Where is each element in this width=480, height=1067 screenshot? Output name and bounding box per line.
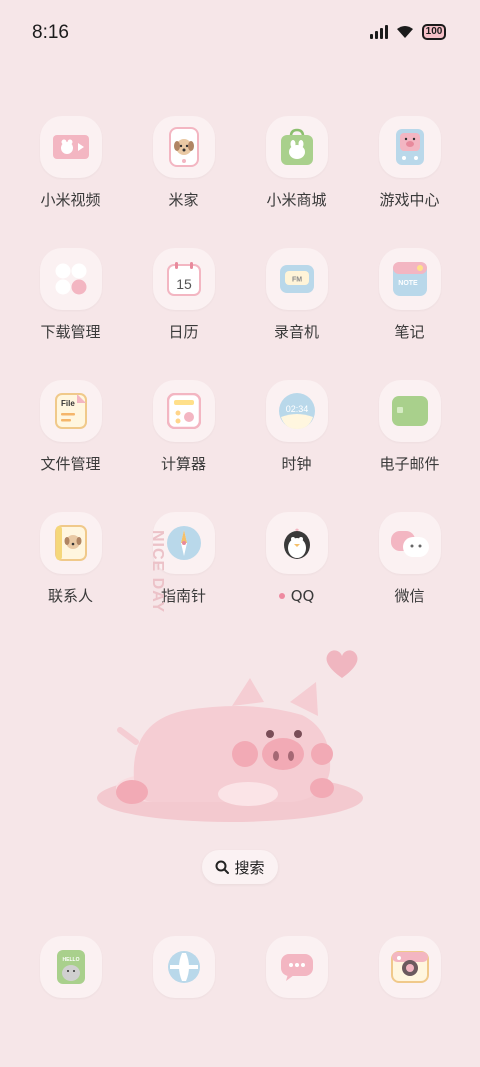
app-label: 联系人 bbox=[47, 587, 93, 605]
app-label: 小米商城 bbox=[266, 191, 327, 209]
app-icon-tile[interactable] bbox=[152, 116, 215, 178]
chat-bubble-icon bbox=[280, 954, 313, 981]
app-label: 时钟 bbox=[281, 455, 312, 473]
dog-phone-icon bbox=[168, 127, 199, 167]
calendar-icon: 15 bbox=[166, 262, 201, 296]
penguin-icon bbox=[283, 528, 310, 559]
app-icon-tile[interactable] bbox=[265, 116, 328, 178]
globe-icon bbox=[167, 951, 200, 983]
app-label: 计算器 bbox=[160, 455, 206, 473]
dock-gallery[interactable]: HELLO bbox=[14, 936, 127, 998]
wallpaper-text: NICE DAY bbox=[149, 530, 166, 613]
video-icon bbox=[52, 135, 89, 159]
battery-icon: 100 bbox=[422, 24, 446, 40]
app-icon-tile[interactable] bbox=[39, 248, 102, 310]
app-icon-tile[interactable] bbox=[378, 380, 441, 442]
pig-illustration bbox=[97, 678, 363, 822]
app-icon-tile[interactable] bbox=[39, 512, 102, 574]
app-label: 小米视频 bbox=[40, 191, 101, 209]
app-mijia[interactable]: 米家 bbox=[127, 116, 240, 210]
app-icon-tile[interactable] bbox=[152, 936, 215, 998]
app-file-manager[interactable]: File 文件管理 bbox=[14, 380, 127, 474]
dock-messages[interactable] bbox=[240, 936, 353, 998]
compass-icon bbox=[166, 526, 201, 560]
clock-icon: 02:34 bbox=[278, 393, 315, 429]
search-label: 搜索 bbox=[234, 858, 265, 877]
dock-browser[interactable] bbox=[127, 936, 240, 998]
game-pig-icon bbox=[395, 129, 424, 165]
app-icon-tile[interactable] bbox=[39, 116, 102, 178]
app-contacts[interactable]: 联系人 bbox=[14, 512, 127, 606]
app-icon-tile[interactable] bbox=[265, 936, 328, 998]
app-label: 米家 bbox=[168, 191, 199, 209]
file-icon-label: File bbox=[61, 399, 75, 408]
camera-icon bbox=[390, 951, 429, 983]
file-icon: File bbox=[54, 393, 87, 429]
app-label: 电子邮件 bbox=[379, 455, 440, 473]
app-icon-tile[interactable]: 02:34 bbox=[265, 380, 328, 442]
app-compass[interactable]: 指南针 bbox=[127, 512, 240, 606]
gallery-icon-text: HELLO bbox=[62, 957, 79, 963]
app-icon-tile[interactable] bbox=[152, 380, 215, 442]
app-icon-tile[interactable] bbox=[378, 936, 441, 998]
app-icon-tile[interactable]: 15 bbox=[152, 248, 215, 310]
dock-camera[interactable] bbox=[353, 936, 466, 998]
app-grid: 小米视频 米家 小米商城 游戏中心 下载管理 15 日历 FM 录音机 NOTE… bbox=[14, 116, 466, 606]
notes-icon: NOTE bbox=[392, 262, 427, 296]
signal-icon bbox=[370, 25, 388, 39]
contacts-icon bbox=[54, 525, 87, 561]
wechat-icon bbox=[390, 531, 429, 557]
app-calendar[interactable]: 15 日历 bbox=[127, 248, 240, 342]
app-qq[interactable]: QQ bbox=[240, 512, 353, 606]
app-icon-tile[interactable]: HELLO bbox=[39, 936, 102, 998]
wifi-icon bbox=[397, 26, 413, 38]
app-label: 游戏中心 bbox=[379, 191, 440, 209]
app-notes[interactable]: NOTE 笔记 bbox=[353, 248, 466, 342]
app-recorder[interactable]: FM 录音机 bbox=[240, 248, 353, 342]
app-mi-store[interactable]: 小米商城 bbox=[240, 116, 353, 210]
app-icon-tile[interactable] bbox=[378, 512, 441, 574]
search-button[interactable]: 搜索 bbox=[202, 850, 278, 884]
notification-dot bbox=[278, 593, 285, 599]
app-label: 日历 bbox=[168, 323, 199, 341]
recorder-label: FM bbox=[291, 277, 301, 284]
app-email[interactable]: 电子邮件 bbox=[353, 380, 466, 474]
calculator-icon bbox=[166, 393, 201, 429]
calendar-day: 15 bbox=[176, 276, 192, 292]
app-mi-video[interactable]: 小米视频 bbox=[14, 116, 127, 210]
app-label: 指南针 bbox=[160, 587, 206, 605]
app-calculator[interactable]: 计算器 bbox=[127, 380, 240, 474]
app-label: 录音机 bbox=[273, 323, 319, 341]
gallery-icon: HELLO bbox=[56, 950, 85, 984]
app-game-center[interactable]: 游戏中心 bbox=[353, 116, 466, 210]
status-time: 8:16 bbox=[32, 22, 69, 43]
app-icon-tile[interactable]: File bbox=[39, 380, 102, 442]
notes-label: NOTE bbox=[398, 280, 418, 287]
app-label: 微信 bbox=[394, 587, 425, 605]
downloads-icon bbox=[55, 263, 86, 295]
app-icon-tile[interactable] bbox=[265, 512, 328, 574]
status-bar: 8:16 100 bbox=[0, 0, 480, 64]
search-icon bbox=[215, 860, 230, 874]
app-label: 文件管理 bbox=[40, 455, 101, 473]
app-downloads[interactable]: 下载管理 bbox=[14, 248, 127, 342]
app-icon-tile[interactable]: NOTE bbox=[378, 248, 441, 310]
dock: HELLO bbox=[14, 936, 466, 998]
app-icon-tile[interactable] bbox=[378, 116, 441, 178]
email-icon bbox=[391, 396, 428, 426]
app-clock[interactable]: 02:34 时钟 bbox=[240, 380, 353, 474]
recorder-icon: FM bbox=[279, 265, 314, 293]
app-label: QQ bbox=[278, 586, 315, 606]
shopping-bag-icon bbox=[280, 128, 313, 165]
app-label: 笔记 bbox=[394, 323, 425, 341]
clock-time: 02:34 bbox=[285, 404, 308, 414]
app-label: 下载管理 bbox=[40, 323, 101, 341]
app-wechat[interactable]: 微信 bbox=[353, 512, 466, 606]
status-icons: 100 bbox=[370, 24, 446, 40]
app-icon-tile[interactable]: FM bbox=[265, 248, 328, 310]
app-label-text: QQ bbox=[290, 587, 315, 605]
